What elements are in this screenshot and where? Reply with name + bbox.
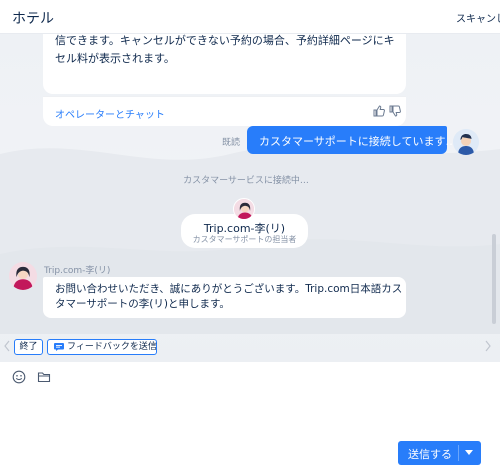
send-button[interactable]: 送信する bbox=[398, 441, 481, 465]
emoji-icon[interactable] bbox=[12, 370, 26, 384]
chevron-right-icon[interactable] bbox=[484, 340, 492, 352]
end-chat-button[interactable]: 終了 bbox=[14, 339, 43, 355]
chevron-left-icon[interactable] bbox=[3, 340, 11, 352]
send-label: 送信する bbox=[408, 448, 452, 461]
agent-card-role: カスタマーサポートの担当者 bbox=[192, 235, 297, 244]
chat-scrollbar[interactable] bbox=[492, 234, 496, 324]
agent-sender-name: Trip.com-李(リ) bbox=[44, 266, 111, 276]
header-title: ホテル bbox=[12, 11, 54, 27]
message-line: タマーサポートの李(リ)と申します。 bbox=[55, 298, 230, 310]
message-line: セル料が表示されます。 bbox=[55, 52, 175, 65]
previous-agent-message: 信できます。キャンセルができない予約の場合、予約詳細ページにキャン セル料が表示… bbox=[43, 34, 406, 94]
user-avatar bbox=[453, 129, 479, 155]
user-message: カスタマーサポートに接続しています… bbox=[247, 126, 456, 154]
quick-actions-bar: 終了 フィードバックを送信 bbox=[0, 336, 500, 358]
message-line: お問い合わせいただき、誠にありがとうございます。Trip.com日本語カス bbox=[55, 283, 403, 295]
message-line: 信できます。キャンセルができない予約の場合、予約詳細ページにキャン bbox=[55, 34, 394, 47]
read-receipt: 既読 bbox=[222, 138, 241, 148]
chat-with-operator-link[interactable]: オペレーターとチャット bbox=[55, 106, 165, 121]
message-composer: 送信する bbox=[0, 362, 500, 471]
message-input[interactable] bbox=[8, 390, 492, 430]
feedback-label: フィードバックを送信 bbox=[67, 342, 157, 352]
send-divider bbox=[458, 445, 459, 461]
folder-icon[interactable] bbox=[37, 370, 51, 384]
caret-down-icon[interactable] bbox=[465, 450, 473, 455]
thumbs-up-icon[interactable] bbox=[373, 105, 385, 117]
send-feedback-button[interactable]: フィードバックを送信 bbox=[47, 339, 157, 355]
thumbs-down-icon[interactable] bbox=[389, 105, 401, 117]
agent-avatar bbox=[9, 262, 37, 290]
chat-header: ホテル スキャンし bbox=[0, 0, 500, 34]
feedback-icon bbox=[54, 343, 64, 351]
header-scan-link[interactable]: スキャンし bbox=[456, 10, 500, 25]
connecting-status: カスタマーサービスに接続中… bbox=[183, 176, 309, 186]
chat-area[interactable]: 信できます。キャンセルができない予約の場合、予約詳細ページにキャン セル料が表示… bbox=[0, 34, 500, 362]
message-footer: オペレーターとチャット bbox=[43, 96, 406, 126]
agent-message: お問い合わせいただき、誠にありがとうございます。Trip.com日本語カス タマ… bbox=[43, 277, 406, 318]
agent-card-avatar bbox=[233, 198, 255, 220]
